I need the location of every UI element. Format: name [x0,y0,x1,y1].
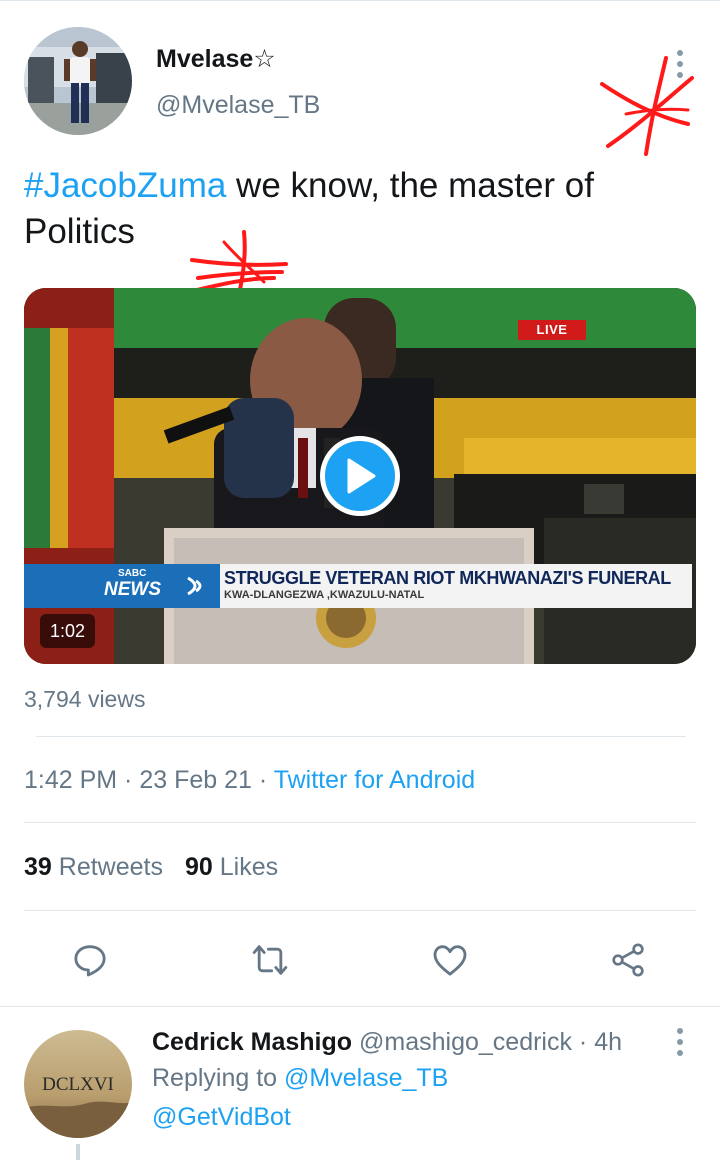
tweet-source-link[interactable]: Twitter for Android [274,766,475,794]
more-options-icon[interactable] [670,44,690,84]
reply-button[interactable] [68,938,112,982]
top-divider [0,0,720,1]
ticker-headline: STRUGGLE VETERAN RIOT MKHWANAZI'S FUNERA… [224,568,671,588]
divider [36,736,686,737]
like-icon [433,945,467,976]
meta-separator: · [251,766,274,794]
view-count: 3,794 views [24,686,146,712]
avatar-roman-numeral: DCLXVI [42,1074,114,1095]
reply-avatar-image: DCLXVI [24,1030,132,1138]
author-avatar[interactable] [24,27,132,135]
channel-small-label: SABC [118,568,147,579]
retweets-stat[interactable]: 39 Retweets [24,853,163,881]
likes-label: Likes [212,853,279,881]
divider [24,822,696,823]
reply-author-name[interactable]: Cedrick Mashigo [152,1028,352,1056]
news-ticker: SABC NEWS STRUGGLE VETERAN RIOT MKHWANAZ… [24,564,692,608]
signal-waves-icon [187,576,202,596]
meta-separator: · [117,766,140,794]
divider [0,1006,720,1007]
retweets-label: Retweets [51,853,163,881]
likes-stat[interactable]: 90 Likes [185,853,278,881]
ticker-location: KWA-DLANGEZWA ,KWAZULU-NATAL [224,589,425,601]
replying-prefix: Replying to [152,1064,285,1092]
tweet-date: 23 Feb 21 [139,766,252,794]
reply-author-avatar[interactable]: DCLXVI [24,1030,132,1138]
user-avatar-photo [24,27,132,135]
play-icon [347,458,376,494]
like-button[interactable] [428,938,472,982]
share-icon [612,943,644,977]
likes-count: 90 [184,853,213,881]
video-player[interactable]: LIVE SABC NEWS STRUGGLE VETERAN RIOT MKH… [24,288,696,664]
reply-more-options-icon[interactable] [670,1026,690,1058]
replying-to: Replying to @Mvelase_TB [152,1064,448,1093]
reply-author-handle-time[interactable]: @mashigo_cedrick · 4h [352,1028,622,1056]
retweets-count: 39 [24,853,52,881]
thread-line [76,1144,80,1160]
divider [24,910,696,911]
sabc-news-logo: SABC NEWS [24,564,220,608]
channel-big-label: NEWS [104,579,161,600]
tweet-meta: 1:42 PM · 23 Feb 21 · Twitter for Androi… [24,766,475,795]
video-duration: 1:02 [40,614,96,648]
reply-header: Cedrick Mashigo @mashigo_cedrick · 4h [152,1028,622,1057]
retweet-button[interactable] [248,938,292,982]
tweet-stats: 39 Retweets 90 Likes [24,853,278,882]
reply-text-mention[interactable]: @GetVidBot [152,1103,291,1132]
live-badge: LIVE [518,320,586,340]
tweet-text: #JacobZuma we know, the master of Politi… [24,163,684,255]
tweet-time: 1:42 PM [24,766,118,794]
play-button[interactable] [320,436,400,516]
author-handle[interactable]: @Mvelase_TB [156,91,320,120]
replying-to-mention[interactable]: @Mvelase_TB [284,1064,448,1092]
retweet-icon [252,945,288,975]
reply-icon [74,945,106,977]
ticker-text-area: STRUGGLE VETERAN RIOT MKHWANAZI'S FUNERA… [220,564,692,608]
hashtag-link[interactable]: #JacobZuma [24,166,226,205]
author-display-name[interactable]: Mvelase☆ [156,44,276,74]
share-button[interactable] [606,938,650,982]
